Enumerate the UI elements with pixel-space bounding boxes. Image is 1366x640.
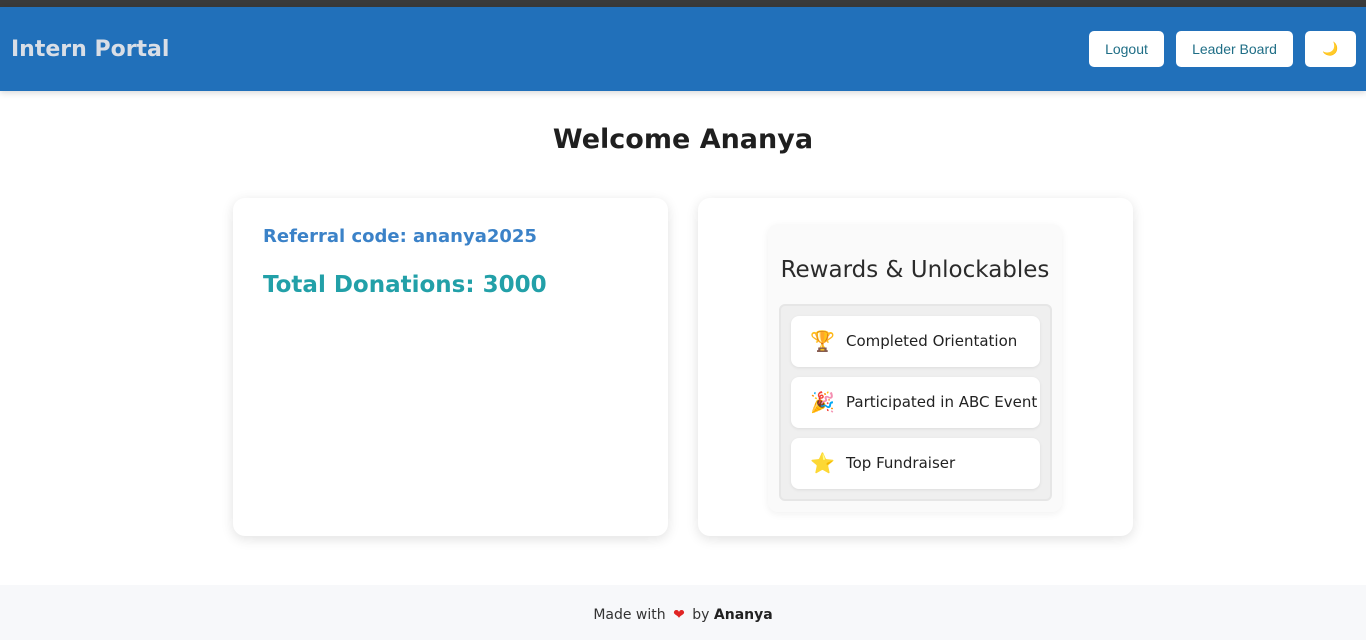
rewards-list: 🏆 Completed Orientation 🎉 Participated i…: [779, 304, 1052, 501]
logout-button[interactable]: Logout: [1089, 31, 1164, 67]
rewards-card: Rewards & Unlockables 🏆 Completed Orient…: [698, 198, 1133, 536]
trophy-icon: 🏆: [810, 329, 835, 353]
reward-item-orientation: 🏆 Completed Orientation: [791, 316, 1040, 367]
brand-title: Intern Portal: [11, 37, 170, 62]
moon-icon: 🌙: [1322, 41, 1339, 56]
referral-code: Referral code: ananya2025: [263, 226, 537, 247]
browser-top-strip: [0, 0, 1366, 7]
rewards-title: Rewards & Unlockables: [780, 257, 1050, 283]
heart-icon: ❤: [673, 607, 685, 623]
reward-label: Participated in ABC Event: [846, 393, 1038, 411]
leaderboard-button[interactable]: Leader Board: [1176, 31, 1293, 67]
party-popper-icon: 🎉: [810, 390, 835, 414]
reward-item-abc-event: 🎉 Participated in ABC Event: [791, 377, 1040, 428]
navbar: Intern Portal Logout Leader Board 🌙: [0, 7, 1366, 91]
reward-label: Completed Orientation: [846, 332, 1018, 350]
footer-made-with: Made with: [593, 607, 666, 623]
footer-author: Ananya: [713, 607, 773, 623]
reward-label: Top Fundraiser: [846, 454, 956, 472]
rewards-panel: Rewards & Unlockables 🏆 Completed Orient…: [768, 224, 1062, 512]
footer: Made with ❤ by Ananya: [0, 585, 1366, 640]
theme-toggle-button[interactable]: 🌙: [1305, 31, 1356, 67]
total-donations: Total Donations: 3000: [263, 272, 547, 298]
star-icon: ⭐: [810, 451, 835, 475]
footer-by: by: [692, 607, 710, 623]
reward-item-top-fundraiser: ⭐ Top Fundraiser: [791, 438, 1040, 489]
stats-card: Referral code: ananya2025 Total Donation…: [233, 198, 668, 536]
welcome-heading: Welcome Ananya: [552, 124, 814, 155]
